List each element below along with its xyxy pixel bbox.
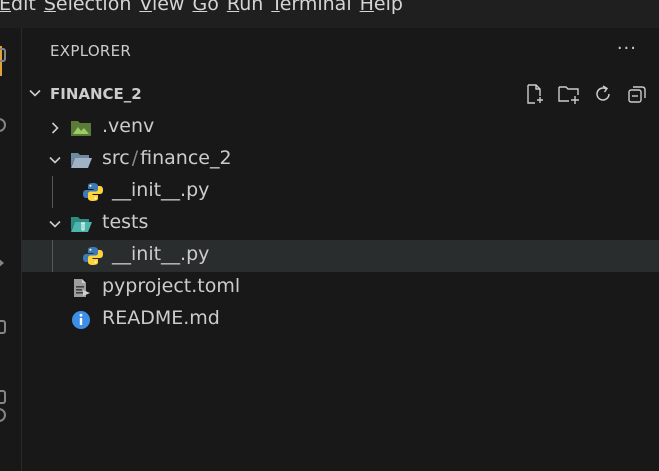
new-folder-button[interactable] (557, 82, 581, 106)
menu-help[interactable]: Help (360, 0, 411, 23)
tree-item-src-init-py[interactable]: __init__.py (22, 176, 659, 208)
menu-go[interactable]: Go (192, 0, 226, 23)
search-icon[interactable] (0, 118, 6, 132)
more-actions-icon[interactable]: ··· (617, 38, 637, 59)
menu-view[interactable]: View (139, 0, 192, 23)
tree-item-readme-md[interactable]: README.md (22, 304, 659, 336)
explorer-sidebar: EXPLORER ··· FINANCE_2 .venv src / finan… (22, 28, 659, 471)
folder-open-icon (71, 153, 92, 168)
indent-guide (52, 240, 53, 272)
new-file-button[interactable] (523, 82, 547, 106)
explorer-title: EXPLORER (50, 42, 132, 60)
tree-item-label: tests (102, 211, 149, 233)
new-file-icon (527, 84, 543, 104)
folder-env-icon (71, 121, 91, 136)
file-tree: .venv src / finance_2 __init__.py tests __… (22, 112, 659, 336)
chevron-down-icon (29, 89, 41, 97)
menu-edit[interactable]: Edit (0, 0, 44, 23)
refresh-button[interactable] (591, 82, 615, 106)
menu-selection[interactable]: Selection (44, 0, 140, 23)
workspace-title: FINANCE_2 (50, 85, 142, 103)
run-debug-icon[interactable] (0, 258, 6, 268)
chevron-right-icon (51, 122, 59, 134)
menu-bar: Edit Selection View Go Run Terminal Help (0, 0, 659, 28)
info-icon (72, 311, 90, 329)
tree-item-pyproject-toml[interactable]: pyproject.toml (22, 272, 659, 304)
workspace-actions (523, 82, 649, 106)
workspace-header[interactable]: FINANCE_2 (22, 80, 659, 108)
tree-item-src-finance-2[interactable]: src / finance_2 (22, 144, 659, 176)
collapse-all-icon (628, 86, 646, 103)
tree-item-tests[interactable]: tests (22, 208, 659, 240)
menu-terminal[interactable]: Terminal (271, 0, 359, 23)
refresh-icon (596, 85, 610, 101)
tree-item-label: README.md (102, 307, 220, 329)
folder-tests-icon (71, 217, 92, 232)
accounts-icon[interactable] (0, 408, 6, 422)
new-folder-icon (558, 86, 579, 104)
explorer-icon[interactable] (0, 48, 6, 62)
extensions-icon[interactable] (0, 320, 6, 334)
tree-item-label: __init__.py (112, 179, 210, 201)
tree-item-label: src / finance_2 (102, 147, 232, 169)
tree-item-venv[interactable]: .venv (22, 112, 659, 144)
collapse-all-button[interactable] (625, 82, 649, 106)
menu-run[interactable]: Run (227, 0, 271, 23)
testing-icon[interactable] (0, 390, 6, 404)
tree-item-label: pyproject.toml (102, 275, 241, 297)
python-icon (83, 183, 103, 201)
tree-item-label: .venv (102, 115, 155, 137)
chevron-down-icon (49, 220, 61, 228)
activity-bar (0, 28, 22, 471)
tree-item-label: __init__.py (112, 243, 210, 265)
chevron-down-icon (49, 156, 61, 164)
python-icon (83, 247, 103, 265)
tree-item-tests-init-py[interactable]: __init__.py (22, 240, 659, 272)
indent-guide (52, 176, 53, 208)
toml-file-icon (74, 279, 90, 297)
